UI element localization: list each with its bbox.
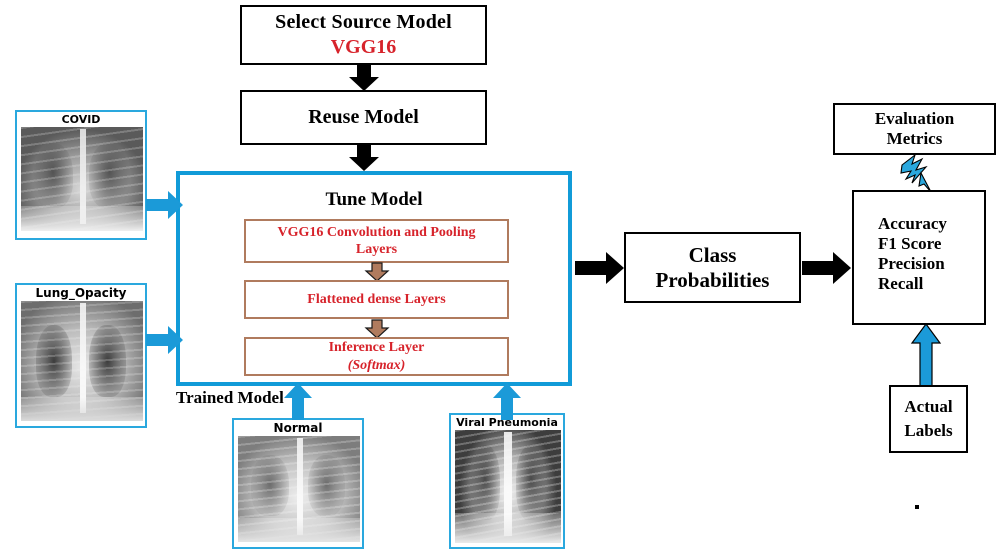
vgg16-conv-pooling-layer-box: VGG16 Convolution and Pooling Layers bbox=[244, 219, 509, 263]
inference-layer-label: Inference Layer bbox=[328, 340, 425, 355]
class-probabilities-box: Class Probabilities bbox=[624, 232, 801, 303]
chest-xray-image-viral-pneumonia bbox=[455, 429, 561, 543]
input-card-viral-pneumonia: Viral Pneumonia bbox=[449, 413, 565, 549]
chest-xray-image-normal bbox=[238, 435, 360, 542]
evaluation-metrics-box: Evaluation Metrics bbox=[833, 103, 996, 155]
flattened-dense-layers-box: Flattened dense Layers bbox=[244, 280, 509, 319]
diagram-canvas: Select Source Model VGG16 Reuse Model Tu… bbox=[0, 0, 1007, 554]
trained-model-label: Trained Model bbox=[176, 388, 284, 407]
class-probabilities-line2: Probabilities bbox=[655, 267, 770, 292]
class-probabilities-line1: Class bbox=[688, 242, 737, 267]
reuse-model-box: Reuse Model bbox=[240, 90, 487, 145]
tune-model-container: Tune Model VGG16 Convolution and Pooling… bbox=[176, 171, 572, 386]
down-arrow-icon-select-to-reuse bbox=[348, 64, 380, 92]
select-source-model-value: VGG16 bbox=[330, 35, 397, 58]
evaluation-metrics-line2: Metrics bbox=[886, 129, 943, 148]
metric-f1-score: F1 Score bbox=[878, 234, 942, 254]
flattened-dense-layers-label: Flattened dense Layers bbox=[307, 291, 446, 307]
metric-precision: Precision bbox=[878, 254, 945, 274]
up-arrow-icon-actual-labels-to-metrics bbox=[910, 322, 942, 387]
right-arrow-icon-class-probabilities-to-metrics bbox=[802, 251, 852, 285]
input-card-covid-label: COVID bbox=[61, 113, 101, 126]
stray-period-mark bbox=[915, 505, 919, 509]
right-arrow-icon-lung-opacity-to-tune bbox=[146, 325, 184, 355]
input-card-covid: COVID bbox=[15, 110, 147, 240]
chest-xray-image-lung-opacity bbox=[21, 300, 143, 421]
actual-labels-box: Actual Labels bbox=[889, 385, 968, 453]
actual-labels-line2: Labels bbox=[904, 421, 953, 440]
vgg16-conv-pooling-line1: VGG16 Convolution and Pooling bbox=[277, 224, 476, 240]
select-source-model-box: Select Source Model VGG16 bbox=[240, 5, 487, 65]
actual-labels-line1: Actual bbox=[904, 396, 953, 416]
input-card-lung-opacity-label: Lung_Opacity bbox=[35, 286, 127, 300]
metric-accuracy: Accuracy bbox=[878, 214, 947, 233]
metrics-list-box: Accuracy F1 Score Precision Recall bbox=[852, 190, 986, 325]
up-arrow-icon-viral-pneumonia-to-tune bbox=[492, 383, 522, 421]
input-card-lung-opacity: Lung_Opacity bbox=[15, 283, 147, 428]
right-arrow-icon-covid-to-tune bbox=[146, 190, 184, 220]
chest-xray-image-covid bbox=[21, 126, 143, 231]
reuse-model-label: Reuse Model bbox=[308, 105, 419, 128]
inference-layer-activation: (Softmax) bbox=[347, 357, 406, 373]
input-card-normal: Normal bbox=[232, 418, 364, 549]
inference-layer-box: Inference Layer (Softmax) bbox=[244, 337, 509, 376]
vgg16-conv-pooling-line2: Layers bbox=[355, 242, 398, 257]
down-arrow-icon-reuse-to-tune bbox=[348, 144, 380, 172]
metric-recall: Recall bbox=[878, 274, 924, 294]
select-source-model-title: Select Source Model bbox=[275, 10, 452, 33]
evaluation-metrics-line1: Evaluation bbox=[874, 108, 955, 128]
up-arrow-icon-normal-to-tune bbox=[283, 383, 313, 421]
lightning-bolt-arrow-icon-to-evaluation-metrics bbox=[897, 153, 935, 195]
right-arrow-icon-tune-to-class-probabilities bbox=[575, 250, 625, 286]
tune-model-title: Tune Model bbox=[325, 189, 423, 210]
input-card-normal-label: Normal bbox=[273, 421, 323, 435]
